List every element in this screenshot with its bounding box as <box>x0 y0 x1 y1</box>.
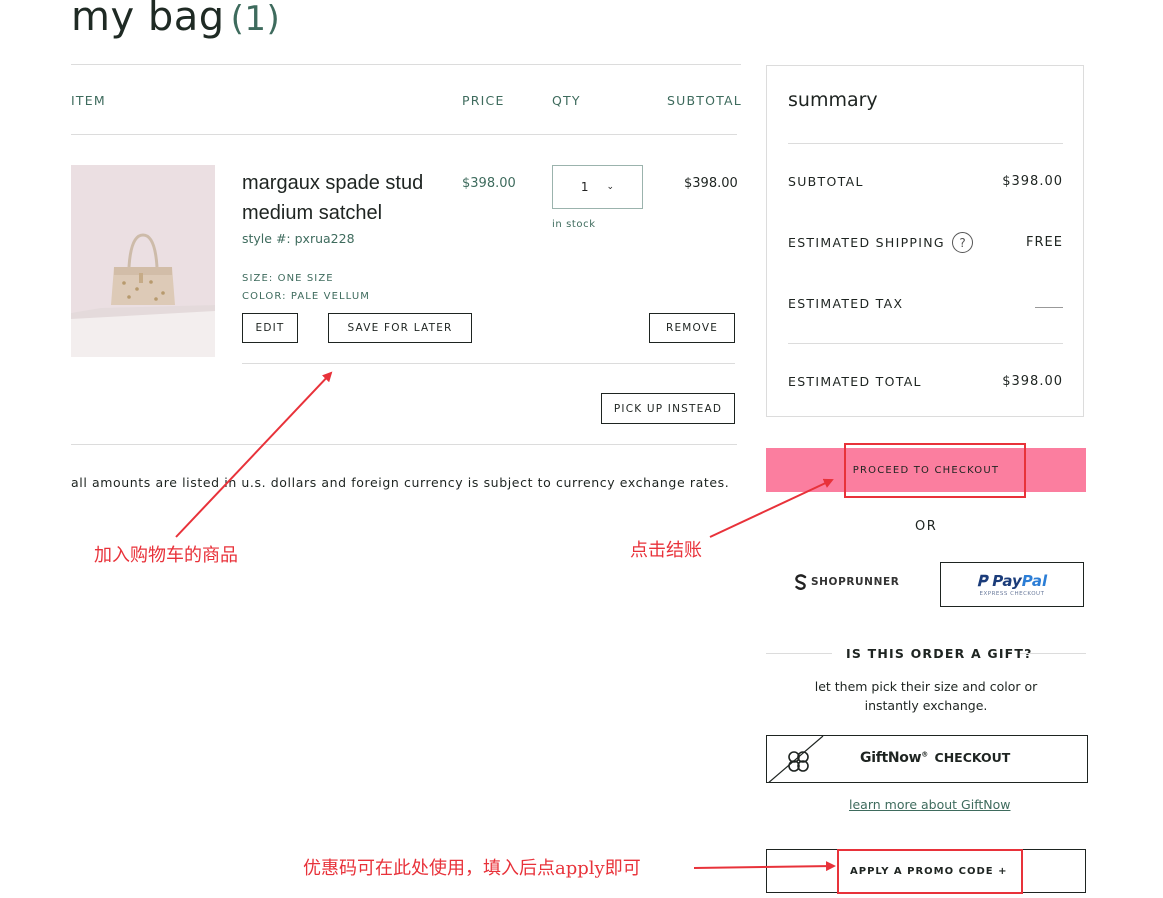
header-price: PRICE <box>462 93 505 108</box>
divider <box>71 444 737 445</box>
or-separator: OR <box>915 519 938 534</box>
summary-shipping-label: ESTIMATED SHIPPING <box>788 235 945 250</box>
edit-button[interactable]: EDIT <box>242 313 298 343</box>
bag-count: (1) <box>230 0 281 39</box>
divider <box>788 343 1063 344</box>
annotation-highlight-checkout <box>844 443 1026 498</box>
learn-more-giftnow-link[interactable]: learn more about GiftNow <box>849 797 1011 812</box>
divider <box>71 64 741 65</box>
item-subtotal: $398.00 <box>684 176 738 191</box>
header-item: ITEM <box>71 93 106 108</box>
divider <box>242 363 735 364</box>
shoprunner-button[interactable]: SHOPRUNNER <box>794 574 899 590</box>
stock-status: in stock <box>552 219 596 230</box>
giftnow-bow-icon <box>768 736 824 782</box>
paypal-pal-text: Pal <box>1021 572 1048 590</box>
remove-button[interactable]: REMOVE <box>649 313 735 343</box>
giftnow-brand: GiftNow <box>860 750 922 766</box>
paypal-p-icon: 𝐏 <box>976 572 988 590</box>
item-price: $398.00 <box>462 176 516 191</box>
giftnow-label: GiftNow® CHECKOUT <box>860 750 1010 766</box>
summary-total-value: $398.00 <box>1002 374 1063 389</box>
paypal-subtext: EXPRESS CHECKOUT <box>979 591 1045 597</box>
shoprunner-logo-icon <box>795 574 807 590</box>
divider <box>766 653 832 654</box>
annotation-checkout-note: 点击结账 <box>630 540 702 561</box>
divider <box>1020 653 1086 654</box>
page-title-text: my bag <box>71 0 225 40</box>
tax-placeholder-dash <box>1035 307 1063 308</box>
satchel-image <box>71 165 215 357</box>
gift-description: let them pick their size and color or in… <box>814 679 1038 713</box>
quantity-value: 1 <box>580 180 589 194</box>
paypal-logo: 𝐏 PayPal <box>977 572 1047 590</box>
product-size: SIZE: ONE SIZE <box>242 273 334 284</box>
paypal-pay-text: Pay <box>992 572 1022 590</box>
product-image[interactable] <box>71 165 215 357</box>
paypal-checkout-button[interactable]: 𝐏 PayPal EXPRESS CHECKOUT <box>940 562 1084 607</box>
arrow-to-item <box>175 371 333 538</box>
help-icon[interactable]: ? <box>952 232 973 253</box>
annotation-highlight-promo <box>837 849 1023 894</box>
summary-subtotal-value: $398.00 <box>1002 174 1063 189</box>
header-qty: QTY <box>552 93 581 108</box>
annotation-promo-note: 优惠码可在此处使用，填入后点apply即可 <box>303 858 641 879</box>
giftnow-trademark: ® <box>921 750 928 759</box>
currency-disclaimer: all amounts are listed in u.s. dollars a… <box>71 475 730 490</box>
quantity-select[interactable]: 1 ⌄ <box>552 165 643 209</box>
giftnow-checkout-button[interactable]: GiftNow® CHECKOUT <box>766 735 1088 783</box>
pick-up-instead-button[interactable]: PICK UP INSTEAD <box>601 393 735 424</box>
gift-heading: IS THIS ORDER A GIFT? <box>846 646 1033 661</box>
header-subtotal: SUBTOTAL <box>667 93 742 108</box>
annotation-item-note: 加入购物车的商品 <box>94 545 238 566</box>
shoprunner-label: SHOPRUNNER <box>811 576 900 588</box>
summary-shipping-value: FREE <box>1026 235 1063 250</box>
summary-tax-label: ESTIMATED TAX <box>788 296 904 311</box>
product-color: COLOR: PALE VELLUM <box>242 291 370 302</box>
divider <box>71 134 737 135</box>
summary-total-label: ESTIMATED TOTAL <box>788 374 922 389</box>
summary-subtotal-label: SUBTOTAL <box>788 174 864 189</box>
save-for-later-button[interactable]: SAVE FOR LATER <box>328 313 472 343</box>
product-name[interactable]: margaux spade stud medium satchel <box>242 168 452 228</box>
summary-title: summary <box>788 89 878 111</box>
giftnow-checkout-text: CHECKOUT <box>934 750 1011 765</box>
divider <box>788 143 1063 144</box>
chevron-down-icon: ⌄ <box>606 182 615 192</box>
page-title: my bag (1) <box>71 0 280 40</box>
product-style-number: style #: pxrua228 <box>242 231 355 246</box>
